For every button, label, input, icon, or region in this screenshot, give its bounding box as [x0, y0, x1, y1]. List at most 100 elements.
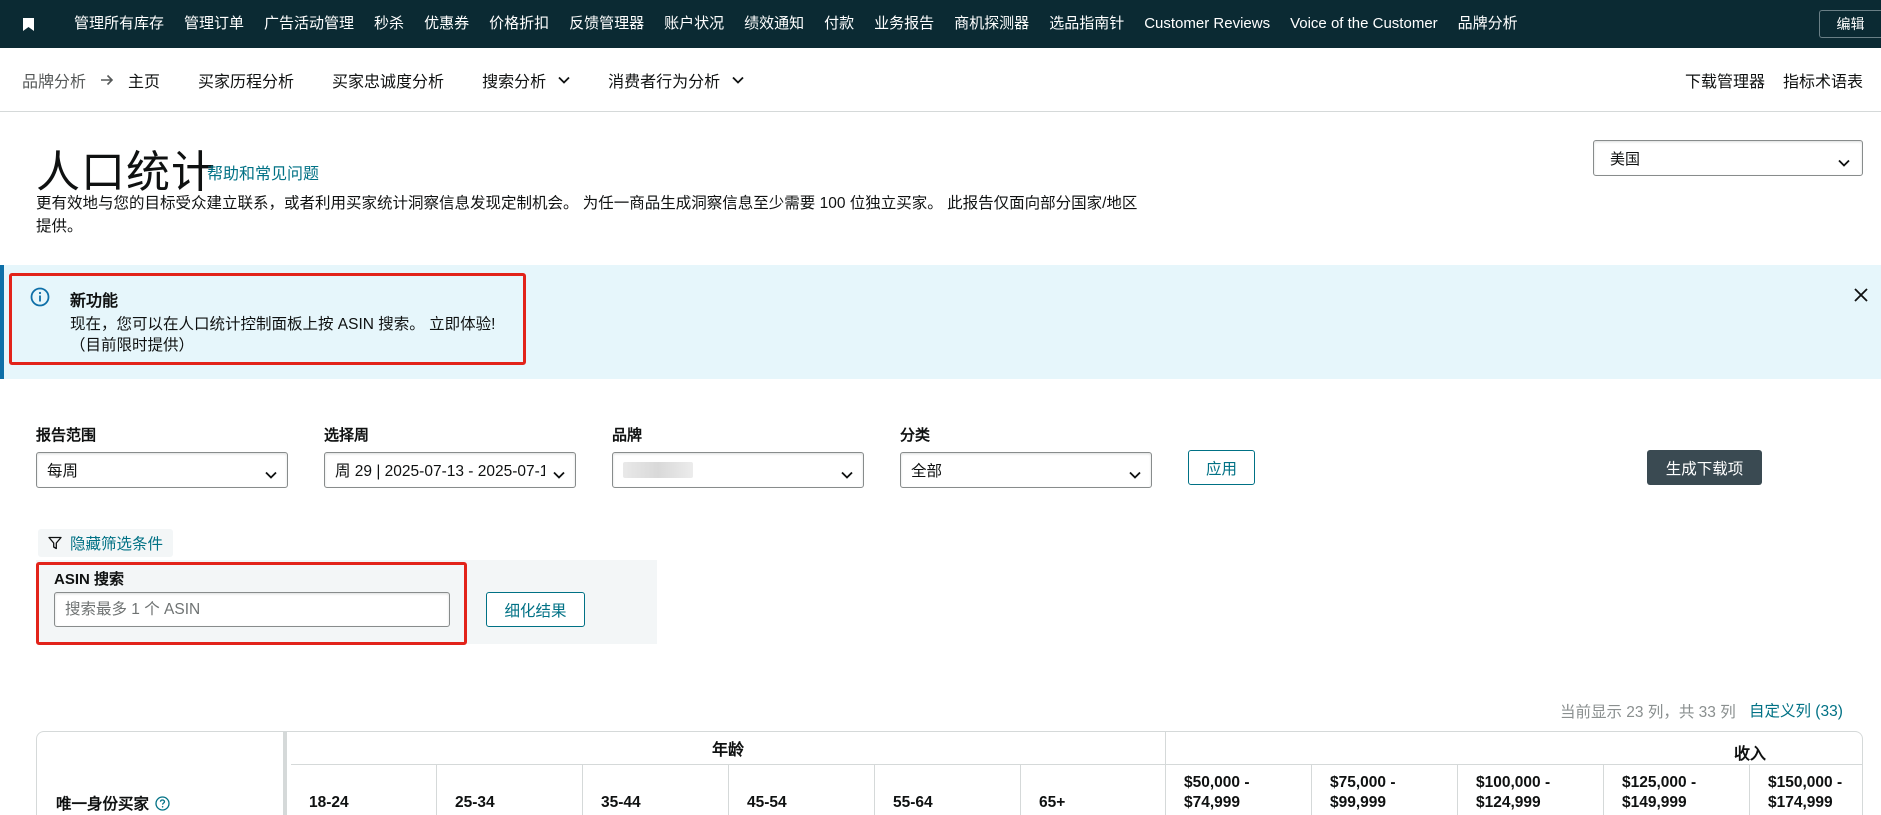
- column-header-income-50k-75k[interactable]: $50,000 - $74,999: [1166, 765, 1312, 815]
- subnav-buyer-journey-label: 买家历程分析: [198, 73, 295, 91]
- column-header-age-35-44[interactable]: 35-44: [583, 765, 729, 815]
- chevron-down-icon: [558, 76, 570, 84]
- help-circle-icon[interactable]: [155, 795, 170, 811]
- customize-columns-link[interactable]: 自定义列 (33): [1749, 699, 1843, 721]
- subnav-home[interactable]: 主页: [128, 68, 160, 92]
- subnav-right-links: 下载管理器 指标术语表: [1685, 48, 1863, 112]
- chevron-down-icon: [1838, 154, 1850, 171]
- chevron-down-icon: [1129, 466, 1141, 484]
- category-filter: 分类 全部: [900, 424, 1152, 488]
- nav-item-feedback-manager[interactable]: 反馈管理器: [559, 0, 654, 48]
- nav-item-opportunity-explorer[interactable]: 商机探测器: [944, 0, 1039, 48]
- info-icon: [30, 287, 50, 311]
- nav-item-manage-inventory[interactable]: 管理所有库存: [56, 0, 174, 48]
- top-nav-items: 管理所有库存 管理订单 广告活动管理 秒杀 优惠券 价格折扣 反馈管理器 账户状…: [56, 0, 1528, 48]
- close-icon[interactable]: [1853, 287, 1869, 307]
- page-title: 人口统计: [36, 148, 216, 197]
- new-feature-alert: 新功能 现在，您可以在人口统计控制面板上按 ASIN 搜索。 立即体验! （目前…: [0, 265, 1881, 379]
- nav-item-customer-reviews[interactable]: Customer Reviews: [1134, 0, 1280, 48]
- top-navigation-bar: 管理所有库存 管理订单 广告活动管理 秒杀 优惠券 价格折扣 反馈管理器 账户状…: [0, 0, 1881, 48]
- asin-search-input[interactable]: [54, 592, 450, 627]
- country-select-value: 美国: [1610, 150, 1641, 168]
- demographics-table: 唯一身份买家 年龄 收入 18-24 25-34 35-44 45-54 55-…: [36, 731, 1863, 815]
- nav-item-brand-analytics[interactable]: 品牌分析: [1448, 0, 1528, 48]
- brand-select[interactable]: [612, 452, 864, 488]
- age-group-header: 年龄: [291, 732, 1166, 765]
- report-range-label: 报告范围: [36, 427, 97, 444]
- income-group-label: 收入: [1734, 746, 1767, 763]
- column-header-income-125k-150k[interactable]: $125,000 - $149,999: [1604, 765, 1750, 815]
- column-header-income-150k-175k[interactable]: $150,000 - $174,999: [1750, 765, 1862, 815]
- glossary-link[interactable]: 指标术语表: [1783, 68, 1863, 92]
- subnav-buyer-journey[interactable]: 买家历程分析: [198, 68, 294, 92]
- nav-item-manage-orders[interactable]: 管理订单: [174, 0, 254, 48]
- unique-buyers-label: 唯一身份买家: [56, 796, 150, 813]
- category-value: 全部: [911, 463, 943, 480]
- report-range-select[interactable]: 每周: [36, 452, 288, 488]
- nav-item-voice-of-customer[interactable]: Voice of the Customer: [1280, 0, 1448, 48]
- subnav-buyer-loyalty[interactable]: 买家忠诚度分析: [332, 68, 444, 92]
- report-range-value: 每周: [47, 463, 79, 480]
- column-header-age-65-plus[interactable]: 65+: [1021, 765, 1166, 815]
- column-header-age-18-24[interactable]: 18-24: [291, 765, 437, 815]
- subnav-search-analytics[interactable]: 搜索分析: [482, 68, 570, 92]
- column-header-income-100k-125k[interactable]: $100,000 - $124,999: [1458, 765, 1604, 815]
- nav-item-business-reports[interactable]: 业务报告: [864, 0, 944, 48]
- alert-title: 新功能: [70, 293, 119, 310]
- nav-item-payments[interactable]: 付款: [814, 0, 864, 48]
- column-header-income-75k-100k[interactable]: $75,000 - $99,999: [1312, 765, 1458, 815]
- report-range-filter: 报告范围 每周: [36, 424, 288, 488]
- refine-results-button[interactable]: 细化结果: [486, 592, 585, 627]
- week-select[interactable]: 周 29 | 2025-07-13 - 2025-07-19: [324, 452, 576, 488]
- income-group-header: 收入: [1166, 732, 1862, 765]
- column-header-age-45-54[interactable]: 45-54: [729, 765, 875, 815]
- subnav-consumer-behavior-label: 消费者行为分析: [608, 73, 721, 91]
- download-manager-link[interactable]: 下载管理器: [1685, 68, 1765, 92]
- chevron-down-icon: [841, 466, 853, 484]
- subnav-consumer-behavior[interactable]: 消费者行为分析: [608, 68, 744, 92]
- brand-value-redacted: [623, 462, 693, 478]
- nav-item-coupons[interactable]: 优惠券: [414, 0, 479, 48]
- country-select[interactable]: 美国: [1593, 140, 1863, 176]
- brand-label: 品牌: [612, 427, 643, 444]
- nav-item-account-health[interactable]: 账户状况: [654, 0, 734, 48]
- week-label: 选择周: [324, 427, 370, 444]
- generate-download-button[interactable]: 生成下载项: [1647, 450, 1762, 485]
- page-description: 更有效地与您的目标受众建立联系，或者利用买家统计洞察信息发现定制机会。 为任一商…: [36, 195, 1138, 235]
- arrow-right-icon: [100, 74, 114, 86]
- nav-item-campaign-manager[interactable]: 广告活动管理: [254, 0, 364, 48]
- table-frozen-column: 唯一身份买家: [37, 732, 287, 815]
- help-faq-link[interactable]: 帮助和常见问题: [207, 160, 319, 184]
- hide-filters-button[interactable]: 隐藏筛选条件: [38, 529, 174, 557]
- unique-buyers-header: 唯一身份买家: [56, 792, 170, 814]
- filter-icon: [48, 536, 70, 550]
- edit-nav-button[interactable]: 编辑: [1819, 10, 1881, 38]
- hide-filters-label: 隐藏筛选条件: [70, 536, 164, 553]
- alert-line-1: 现在，您可以在人口统计控制面板上按 ASIN 搜索。 立即体验!: [70, 316, 496, 333]
- alert-body: 现在，您可以在人口统计控制面板上按 ASIN 搜索。 立即体验! （目前限时提供…: [70, 314, 495, 356]
- subnav-home-label: 主页: [128, 73, 161, 91]
- chevron-down-icon: [265, 466, 277, 484]
- breadcrumb-brand-analytics[interactable]: 品牌分析: [22, 68, 86, 92]
- asin-search-label: ASIN 搜索: [54, 571, 125, 588]
- bookmark-icon[interactable]: [0, 0, 56, 48]
- category-select[interactable]: 全部: [900, 452, 1152, 488]
- sub-navigation-bar: 品牌分析 主页 买家历程分析 买家忠诚度分析 搜索分析 消费者行为分析 下载管理…: [0, 48, 1881, 112]
- week-value: 周 29 | 2025-07-13 - 2025-07-19: [335, 463, 545, 480]
- column-header-age-25-34[interactable]: 25-34: [437, 765, 583, 815]
- chevron-down-icon: [732, 76, 744, 84]
- week-filter: 选择周 周 29 | 2025-07-13 - 2025-07-19: [324, 424, 576, 488]
- apply-button[interactable]: 应用: [1188, 450, 1255, 485]
- subnav-buyer-loyalty-label: 买家忠诚度分析: [332, 73, 445, 91]
- chevron-down-icon: [553, 466, 565, 484]
- nav-item-prime-discounts[interactable]: 价格折扣: [479, 0, 559, 48]
- category-label: 分类: [900, 427, 931, 444]
- nav-item-product-guide[interactable]: 选品指南针: [1039, 0, 1134, 48]
- nav-item-lightning-deals[interactable]: 秒杀: [364, 0, 414, 48]
- alert-line-2: （目前限时提供）: [70, 337, 195, 354]
- nav-item-performance-notifications[interactable]: 绩效通知: [734, 0, 814, 48]
- column-header-age-55-64[interactable]: 55-64: [875, 765, 1021, 815]
- brand-filter: 品牌: [612, 424, 864, 488]
- columns-showing-text: 当前显示 23 列，共 33 列: [1560, 704, 1736, 721]
- subnav-search-analytics-label: 搜索分析: [482, 73, 547, 91]
